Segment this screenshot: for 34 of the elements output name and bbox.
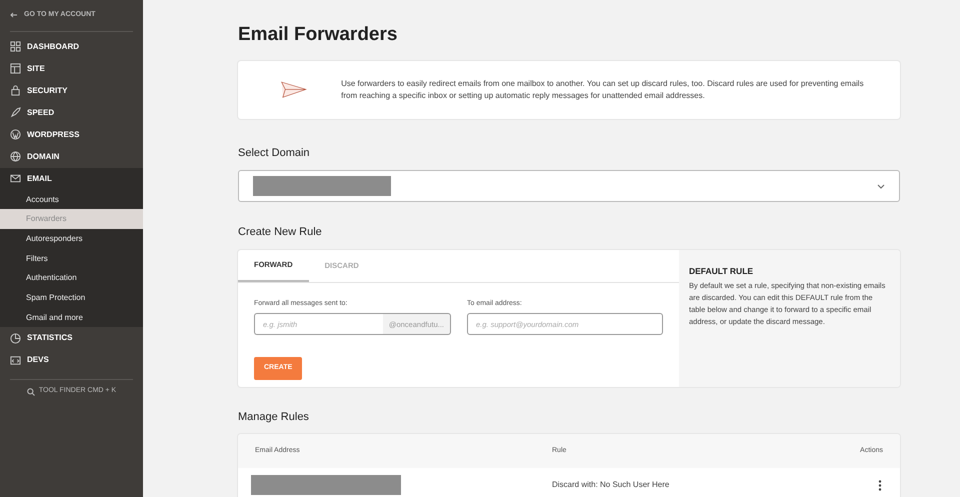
sidebar-item[interactable]: EMAIL bbox=[0, 168, 143, 190]
sidebar-subitem[interactable]: Authentication bbox=[0, 268, 143, 288]
section-heading: Create New Rule bbox=[238, 225, 323, 240]
sidebar-item[interactable]: SECURITY bbox=[0, 80, 143, 102]
domain-select[interactable] bbox=[238, 170, 900, 202]
layout-icon bbox=[10, 63, 21, 74]
sidebar-subitem[interactable]: Gmail and more bbox=[0, 308, 143, 328]
wordpress-logo-icon bbox=[10, 129, 21, 140]
search-icon bbox=[26, 388, 35, 396]
sidebar-item[interactable]: SITE bbox=[0, 58, 143, 80]
sidebar-item[interactable]: DOMAIN bbox=[0, 146, 143, 168]
envelope-icon bbox=[10, 173, 21, 184]
table-cell-text: Discard with: No Such User Here bbox=[552, 479, 670, 492]
padlock-icon bbox=[10, 85, 21, 96]
sidebar-item[interactable]: SPEED bbox=[0, 102, 143, 124]
sidebar-subitem[interactable]: Filters bbox=[0, 248, 143, 268]
sidebar-item[interactable]: DASHBOARD bbox=[0, 36, 143, 58]
pie-chart-icon bbox=[10, 332, 21, 344]
globe-icon bbox=[10, 151, 21, 162]
sidebar-item[interactable]: STATISTICS bbox=[0, 327, 143, 350]
intro-text: Use forwarders to easily redirect emails from one mailbox to another. You can set up discard rules, too. Discard rules are used for preventing emails from reaching a specific inbox or setting up automatic reply messages for unattended email addresses. bbox=[341, 78, 865, 102]
page-title: Email Forwarders bbox=[238, 24, 398, 47]
grid-icon bbox=[10, 41, 21, 52]
panel-title: DEFAULT RULE bbox=[689, 266, 754, 276]
section-heading: Select Domain bbox=[238, 146, 311, 161]
arrow-left-icon bbox=[10, 12, 18, 18]
sidebar-subitem[interactable]: Spam Protection bbox=[0, 288, 143, 308]
section-heading: Manage Rules bbox=[238, 410, 310, 425]
sidebar-subitem[interactable]: Accounts bbox=[0, 190, 143, 210]
sidebar-item[interactable]: WORDPRESS bbox=[0, 124, 143, 146]
sidebar-item[interactable]: DEVS bbox=[0, 349, 143, 372]
code-window-icon bbox=[10, 354, 21, 366]
sidebar-subitem[interactable]: Autoresponders bbox=[0, 228, 143, 249]
chevron-down-icon bbox=[877, 184, 885, 189]
